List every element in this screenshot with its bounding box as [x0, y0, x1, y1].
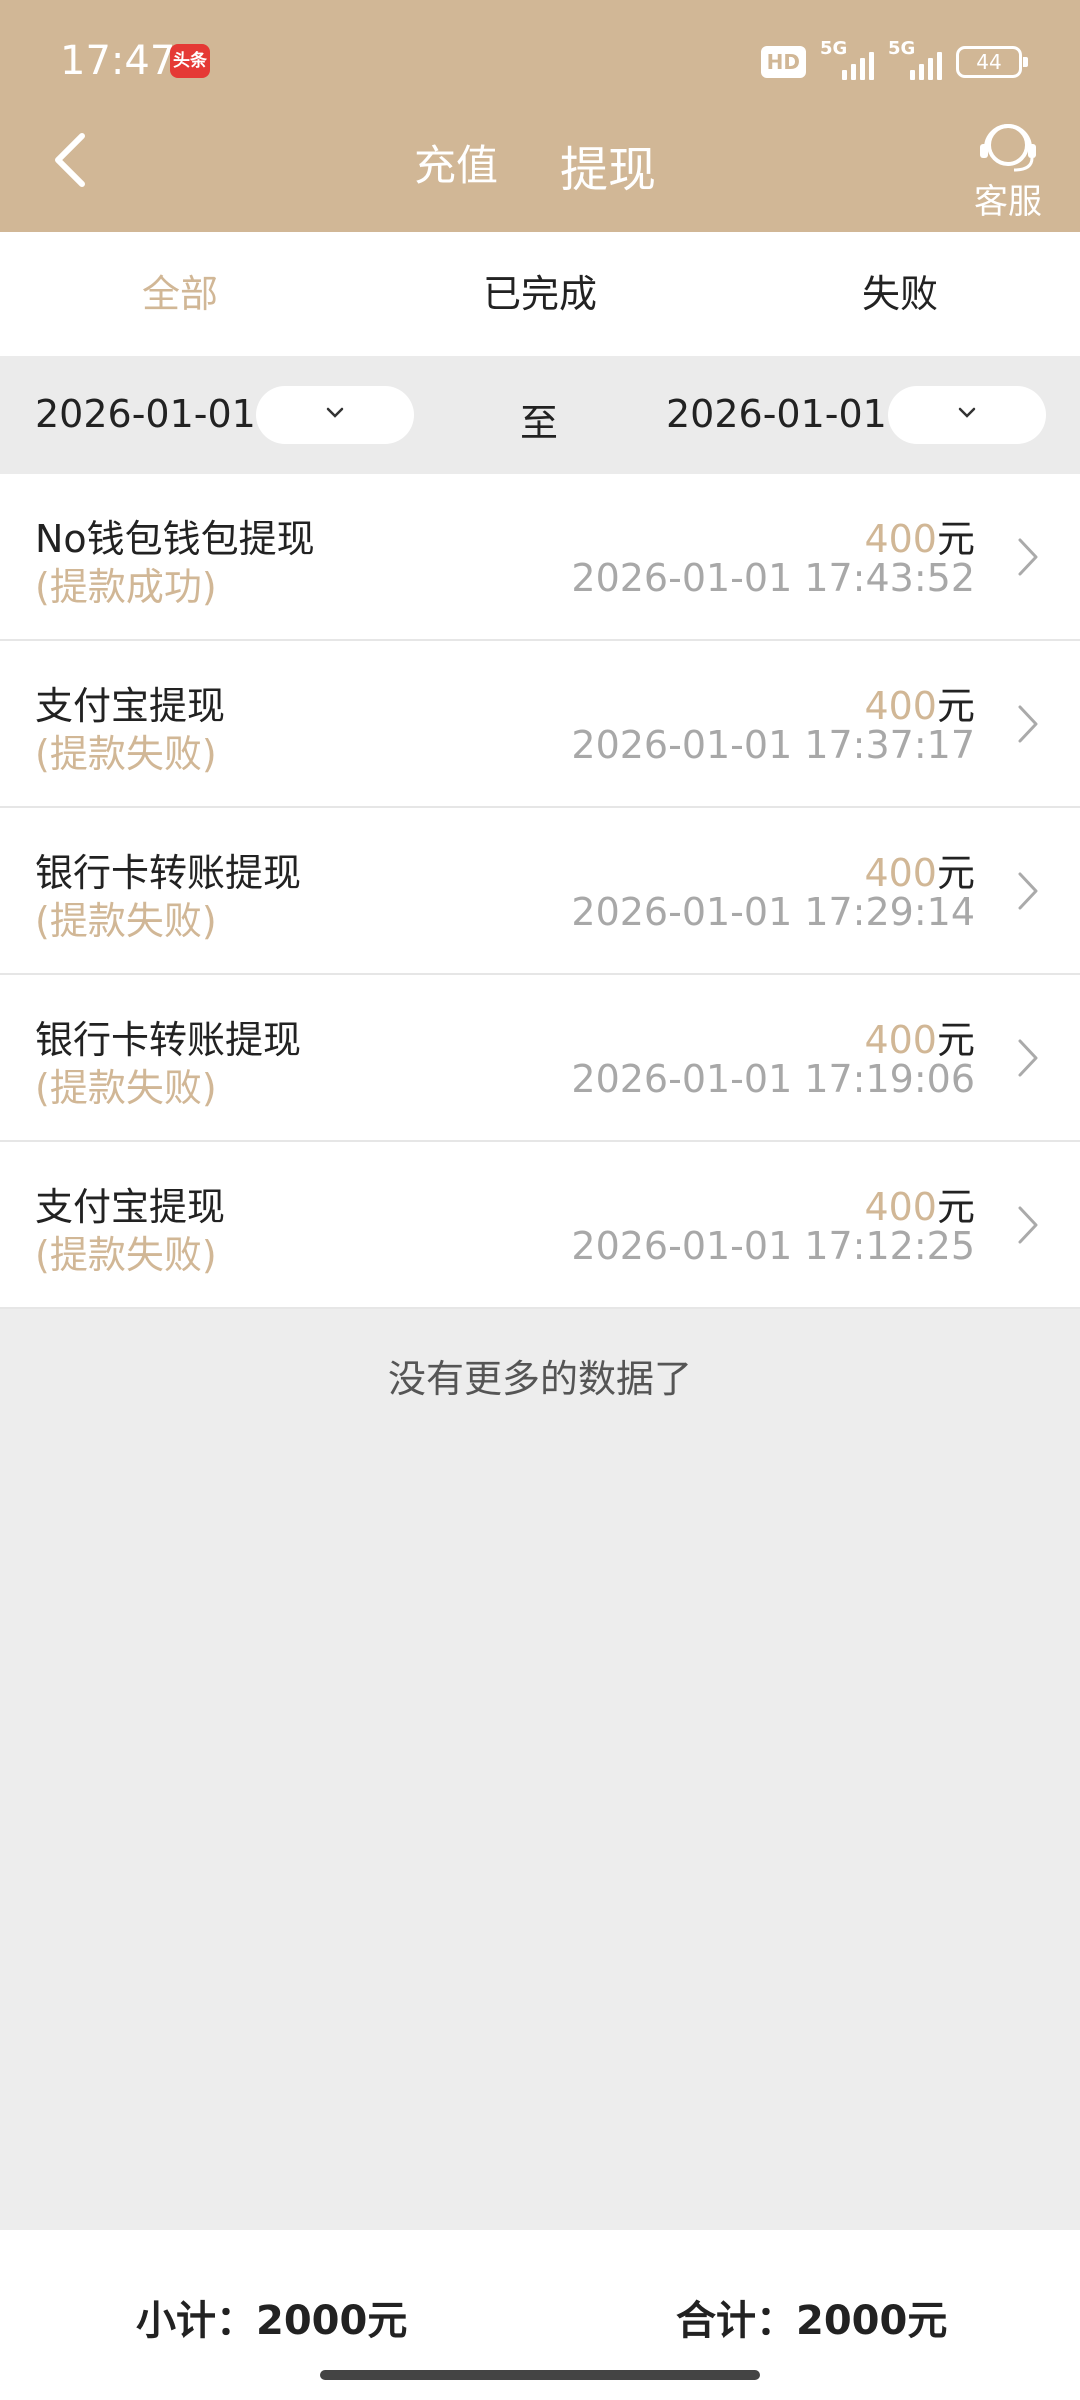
- list-item[interactable]: 支付宝提现 (提款失败) 400元 2026-01-01 17:12:25: [0, 1142, 1080, 1309]
- total-text: 合计：2000元: [676, 2298, 948, 2344]
- signal-icon: 5G: [888, 38, 942, 80]
- chevron-right-icon: [1018, 1039, 1038, 1077]
- hd-voice-icon: HD: [760, 46, 806, 78]
- record-status: (提款失败): [35, 899, 217, 943]
- record-status: (提款成功): [35, 565, 217, 609]
- list-item[interactable]: 银行卡转账提现 (提款失败) 400元 2026-01-01 17:29:14: [0, 808, 1080, 975]
- chevron-down-icon: [326, 407, 344, 418]
- chevron-right-icon: [1018, 538, 1038, 576]
- filter-tab-failed[interactable]: 失败: [720, 232, 1080, 356]
- no-more-data-text: 没有更多的数据了: [387, 1357, 692, 1401]
- chevron-right-icon: [1018, 872, 1038, 910]
- start-date-dropdown[interactable]: [256, 386, 414, 444]
- chevron-left-icon: [55, 133, 85, 187]
- date-separator: 至: [520, 401, 559, 445]
- end-date-text: 2026-01-01: [666, 392, 887, 436]
- record-title: 支付宝提现: [35, 1185, 226, 1229]
- list-item[interactable]: 银行卡转账提现 (提款失败) 400元 2026-01-01 17:19:06: [0, 975, 1080, 1142]
- back-button[interactable]: [50, 130, 110, 200]
- record-title: 支付宝提现: [35, 684, 226, 728]
- battery-icon: 44: [956, 46, 1028, 78]
- headset-icon: [980, 124, 1036, 172]
- record-time: 2026-01-01 17:43:52: [571, 556, 975, 600]
- filter-tab-all[interactable]: 全部: [0, 232, 360, 356]
- list-item[interactable]: 支付宝提现 (提款失败) 400元 2026-01-01 17:37:17: [0, 641, 1080, 808]
- filter-tabs: 全部 已完成 失败: [0, 232, 1080, 356]
- start-date-text: 2026-01-01: [35, 392, 256, 436]
- record-amount: 400元: [864, 1185, 975, 1229]
- subtotal-text: 小计：2000元: [136, 2298, 408, 2344]
- list-item[interactable]: No钱包钱包提现 (提款成功) 400元 2026-01-01 17:43:52: [0, 474, 1080, 641]
- status-indicators: HD 5G 5G 44: [760, 38, 1028, 84]
- signal-icon: 5G: [820, 38, 874, 80]
- record-time: 2026-01-01 17:29:14: [571, 890, 975, 934]
- record-status: (提款失败): [35, 732, 217, 776]
- record-title: 银行卡转账提现: [35, 851, 302, 895]
- record-amount: 400元: [864, 851, 975, 895]
- tab-withdraw[interactable]: 提现: [560, 130, 656, 200]
- withdrawal-list: No钱包钱包提现 (提款成功) 400元 2026-01-01 17:43:52…: [0, 474, 1080, 1309]
- tab-recharge[interactable]: 充值: [414, 132, 498, 193]
- record-time: 2026-01-01 17:37:17: [571, 723, 975, 767]
- home-indicator[interactable]: [320, 2370, 760, 2380]
- record-amount: 400元: [864, 517, 975, 561]
- customer-service-button[interactable]: 客服: [968, 118, 1048, 222]
- app-notification-icon: 头条: [170, 44, 210, 78]
- customer-service-label: 客服: [974, 182, 1042, 222]
- chevron-down-icon: [958, 407, 976, 418]
- record-amount: 400元: [864, 684, 975, 728]
- record-title: No钱包钱包提现: [35, 517, 315, 561]
- date-range-filter: 2026-01-01 至 2026-01-01: [0, 356, 1080, 474]
- record-title: 银行卡转账提现: [35, 1018, 302, 1062]
- end-date-dropdown[interactable]: [888, 386, 1046, 444]
- record-time: 2026-01-01 17:12:25: [571, 1224, 975, 1268]
- chevron-right-icon: [1018, 1206, 1038, 1244]
- header-bar: 17:47 头条 HD 5G 5G 44 充值 提现 客服: [0, 0, 1080, 232]
- record-status: (提款失败): [35, 1233, 217, 1277]
- record-amount: 400元: [864, 1018, 975, 1062]
- record-time: 2026-01-01 17:19:06: [571, 1057, 975, 1101]
- chevron-right-icon: [1018, 705, 1038, 743]
- filter-tab-completed[interactable]: 已完成: [360, 232, 720, 356]
- record-status: (提款失败): [35, 1066, 217, 1110]
- summary-footer: 小计：2000元 合计：2000元: [0, 2230, 1080, 2400]
- status-time: 17:47: [60, 38, 176, 84]
